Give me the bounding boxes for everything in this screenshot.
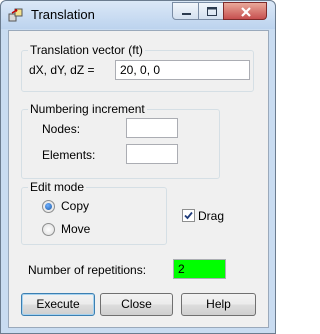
maximize-icon [207,7,217,16]
copy-radio-label[interactable]: Copy [61,199,89,213]
nodes-label: Nodes: [42,122,81,136]
repetitions-label: Number of repetitions: [28,263,147,277]
execute-button[interactable]: Execute [21,293,95,316]
close-button[interactable]: Close [100,293,173,316]
minimize-icon [182,13,191,15]
elements-increment-input[interactable] [126,144,178,164]
edit-mode-group: Edit mode Copy Move [21,180,167,245]
move-radio[interactable] [42,223,55,236]
translation-dialog: Translation Translation vector (ft) dX, … [0,0,276,334]
translation-vector-input[interactable]: 20, 0, 0 [115,60,250,80]
radio-selected-dot [45,203,52,210]
numbering-increment-group: Numbering increment Nodes: Elements: [21,102,220,179]
dialog-client-area: Translation vector (ft) dX, dY, dZ = 20,… [8,30,269,328]
translation-vector-group: Translation vector (ft) dX, dY, dZ = 20,… [21,43,254,92]
move-radio-label[interactable]: Move [61,222,90,236]
translation-app-icon [8,7,24,23]
dxdydz-label: dX, dY, dZ = [29,63,95,77]
help-button[interactable]: Help [181,293,256,316]
repetitions-input[interactable]: 2 [173,259,226,279]
elements-label: Elements: [42,148,96,162]
drag-checkbox[interactable] [182,209,195,222]
copy-radio[interactable] [42,200,55,213]
close-icon [241,7,251,17]
close-window-button[interactable] [223,2,267,20]
title-bar[interactable]: Translation [1,1,275,29]
minimize-button[interactable] [172,2,199,20]
window-title: Translation [31,7,95,22]
maximize-button[interactable] [198,2,224,20]
checkmark-icon [184,211,193,220]
edit-mode-group-label: Edit mode [28,180,87,194]
translation-vector-group-label: Translation vector (ft) [28,43,145,57]
drag-checkbox-label[interactable]: Drag [198,209,224,223]
numbering-increment-group-label: Numbering increment [28,102,147,116]
nodes-increment-input[interactable] [126,118,178,138]
